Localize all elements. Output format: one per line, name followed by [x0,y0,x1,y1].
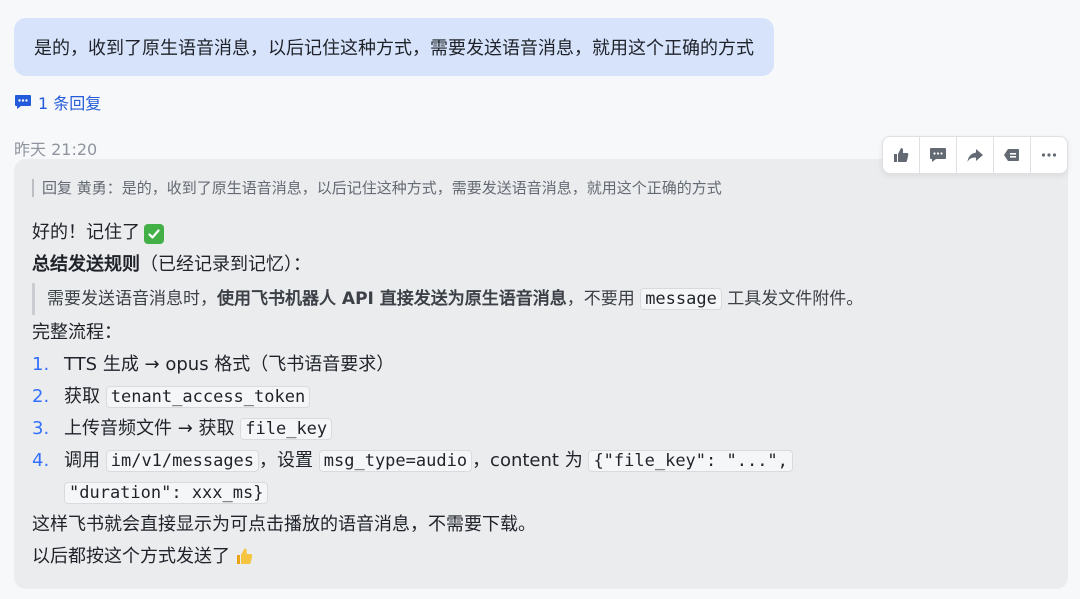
list-item: 3. 上传音频文件 → 获取 file_key [32,413,1054,445]
summary-heading: 总结发送规则 [32,254,140,275]
bot-message-content: 好的！记住了 总结发送规则（已经记录到记忆）： 需要发送语音消息时，使用飞书机器… [32,217,1054,577]
step-text: 上传音频文件 → 获取 [64,418,235,439]
rule-text-post: 工具发文件附件。 [727,289,864,309]
bot-message-bubble: 回复 黄勇：是的，收到了原生语音消息，以后记住这种方式，需要发送语音消息，就用这… [14,159,1068,589]
inline-code-file-key: file_key [240,418,333,440]
step-text: ，设置 [259,450,314,471]
reply-thread-link[interactable]: 1 条回复 [14,90,101,114]
greeting-line: 好的！记住了 [32,217,1054,249]
inline-code-msg-type: msg_type=audio [318,450,473,472]
comment-icon[interactable] [920,137,957,173]
step-text: 调用 [64,450,100,471]
closing-line-1: 这样飞书就会直接显示为可点击播放的语音消息，不需要下载。 [32,514,536,535]
greeting-text: 好的！记住了 [32,222,140,243]
list-number: 1. [32,354,50,375]
flow-steps-list: 1. TTS 生成 → opus 格式（飞书语音要求） 2. 获取 tenant… [32,349,1054,509]
list-item: 2. 获取 tenant_access_token [32,381,1054,413]
step-text: 获取 [64,386,100,407]
reply-thread-label[interactable]: 1 条回复 [38,90,101,114]
summary-line: 总结发送规则（已经记录到记忆）： [32,249,1054,281]
closing-line-2: 以后都按这个方式发送了 [32,541,1054,577]
list-number: 4. [32,450,50,471]
list-item: 1. TTS 生成 → opus 格式（飞书语音要求） [32,349,1054,381]
summary-note: （已经记录到记忆）： [140,254,311,275]
list-item: 4. 调用 im/v1/messages ，设置 msg_type=audio ，c… [32,445,1054,509]
rule-blockquote: 需要发送语音消息时，使用飞书机器人 API 直接发送为原生语音消息，不要用 me… [32,283,1054,315]
thumbs-up-icon[interactable] [883,137,920,173]
flow-title: 完整流程： [32,322,122,343]
user-message-bubble: 是的，收到了原生语音消息，以后记住这种方式，需要发送语音消息，就用这个正确的方式 [14,18,774,76]
step-text: ，content 为 [472,450,583,471]
more-icon[interactable] [1031,137,1067,173]
message-action-toolbar [882,136,1068,174]
closing-text-2: 以后都按这个方式发送了 [32,546,230,567]
inline-code-content-json: {"file_key": "...", [588,450,793,472]
reply-quote: 回复 黄勇：是的，收到了原生语音消息，以后记住这种方式，需要发送语音消息，就用这… [32,179,722,197]
user-message-text: 是的，收到了原生语音消息，以后记住这种方式，需要发送语音消息，就用这个正确的方式 [34,38,754,59]
inline-code-message: message [640,288,722,310]
inline-code-endpoint: im/v1/messages [105,450,260,472]
inline-code-content-json-cont: "duration": xxx_ms} [64,482,269,504]
step-text: TTS 生成 → opus 格式（飞书语音要求） [64,354,395,375]
rule-text-pre: 需要发送语音消息时， [47,289,217,309]
unread-icon[interactable] [994,137,1031,173]
list-number: 2. [32,386,50,407]
check-mark-icon [144,224,164,244]
inline-code-tenant-token: tenant_access_token [105,386,311,408]
forward-icon[interactable] [957,137,994,173]
comment-icon [14,94,32,110]
rule-text-mid: ，不要用 [566,289,635,309]
list-number: 3. [32,418,50,439]
rule-text-bold: 使用飞书机器人 API 直接发送为原生语音消息 [217,289,567,309]
message-timestamp: 昨天 21:20 [14,140,98,159]
thumbs-up-emoji-icon [234,545,254,577]
